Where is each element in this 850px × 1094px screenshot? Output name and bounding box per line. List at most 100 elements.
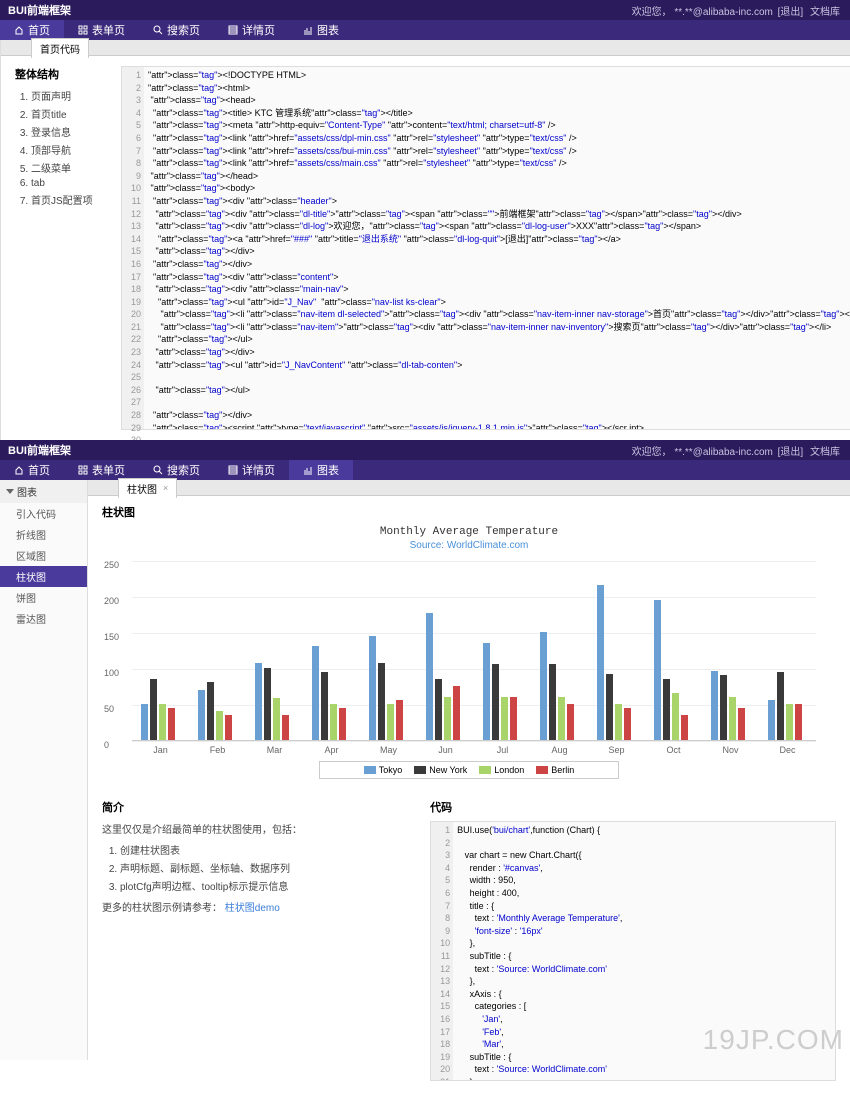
intro-item: 声明标题、副标题、坐标轴、数据序列 bbox=[120, 860, 414, 875]
legend-swatch bbox=[414, 766, 426, 774]
bar-Berlin[interactable] bbox=[282, 715, 289, 740]
tabs-bar: 首页代码 bbox=[1, 40, 850, 56]
bar-New York[interactable] bbox=[549, 664, 556, 740]
sidebar-item[interactable]: 折线图 bbox=[0, 524, 87, 545]
bar-Berlin[interactable] bbox=[225, 715, 232, 740]
bar-London[interactable] bbox=[558, 697, 565, 740]
bar-London[interactable] bbox=[330, 704, 337, 740]
bar-New York[interactable] bbox=[264, 668, 271, 740]
bar-Berlin[interactable] bbox=[453, 686, 460, 740]
page-title: 柱状图 bbox=[102, 504, 836, 520]
bar-Berlin[interactable] bbox=[795, 704, 802, 740]
bar-Berlin[interactable] bbox=[567, 704, 574, 740]
x-label: Jun bbox=[417, 745, 474, 755]
y-tick: 0 bbox=[104, 740, 109, 750]
doc-outline-item[interactable]: 页面声明 bbox=[31, 88, 105, 103]
bar-London[interactable] bbox=[444, 697, 451, 740]
chart-subtitle: Source: WorldClimate.com bbox=[102, 540, 836, 551]
bar-New York[interactable] bbox=[321, 672, 328, 740]
doc-outline-item[interactable]: 首页title bbox=[31, 106, 105, 121]
doc-outline-item[interactable]: 登录信息 bbox=[31, 124, 105, 139]
bar-New York[interactable] bbox=[606, 674, 613, 740]
sidebar-group[interactable]: 图表 bbox=[0, 480, 87, 503]
sidebar-item[interactable]: 饼图 bbox=[0, 587, 87, 608]
docs-link[interactable]: 文档库 bbox=[810, 447, 840, 458]
bar-New York[interactable] bbox=[777, 672, 784, 740]
y-tick: 200 bbox=[104, 596, 119, 606]
bar-London[interactable] bbox=[501, 697, 508, 740]
bar-London[interactable] bbox=[216, 711, 223, 740]
nav-tab-detail[interactable]: 详情页 bbox=[214, 20, 289, 40]
legend-item[interactable]: Berlin bbox=[536, 765, 574, 775]
logout-link[interactable]: [退出] bbox=[778, 447, 804, 458]
y-tick: 150 bbox=[104, 632, 119, 642]
close-icon[interactable]: × bbox=[163, 483, 168, 493]
bar-Berlin[interactable] bbox=[339, 708, 346, 740]
bar-London[interactable] bbox=[672, 693, 679, 740]
bar-Tokyo[interactable] bbox=[483, 643, 490, 740]
bar-Berlin[interactable] bbox=[738, 708, 745, 740]
doc-outline-item[interactable]: 顶部导航 bbox=[31, 142, 105, 157]
doc-outline-item[interactable]: 首页JS配置项 bbox=[31, 192, 105, 207]
legend-swatch bbox=[479, 766, 491, 774]
bar-Tokyo[interactable] bbox=[369, 636, 376, 740]
bar-Tokyo[interactable] bbox=[198, 690, 205, 740]
bar-New York[interactable] bbox=[150, 679, 157, 740]
demo-link[interactable]: 柱状图demo bbox=[225, 903, 280, 914]
nav-tab-chart[interactable]: 图表 bbox=[289, 20, 353, 40]
bar-Tokyo[interactable] bbox=[597, 585, 604, 740]
bar-London[interactable] bbox=[159, 704, 166, 740]
sidebar-item[interactable]: 区域图 bbox=[0, 545, 87, 566]
grid-icon bbox=[78, 465, 88, 475]
tab-home-code[interactable]: 首页代码 bbox=[31, 38, 89, 58]
grid-icon bbox=[78, 25, 88, 35]
chart-icon bbox=[303, 25, 313, 35]
intro-section: 简介 这里仅仅是介绍最简单的柱状图使用，包括： 创建柱状图表声明标题、副标题、坐… bbox=[102, 799, 414, 1081]
bar-Tokyo[interactable] bbox=[255, 663, 262, 740]
logout-link[interactable]: [退出] bbox=[778, 7, 804, 18]
bar-New York[interactable] bbox=[378, 663, 385, 740]
docs-link[interactable]: 文档库 bbox=[810, 7, 840, 18]
tab-bar-chart[interactable]: 柱状图 × bbox=[118, 478, 177, 498]
bar-New York[interactable] bbox=[720, 675, 727, 740]
bar-Berlin[interactable] bbox=[624, 708, 631, 740]
bar-London[interactable] bbox=[387, 704, 394, 740]
sidebar-item[interactable]: 雷达图 bbox=[0, 608, 87, 629]
bar-London[interactable] bbox=[273, 698, 280, 740]
bar-Berlin[interactable] bbox=[168, 708, 175, 740]
chart-legend: Tokyo New York London Berlin bbox=[319, 761, 619, 779]
nav-tab-detail[interactable]: 详情页 bbox=[214, 460, 289, 480]
bar-New York[interactable] bbox=[207, 682, 214, 740]
nav-tab-home[interactable]: 首页 bbox=[0, 460, 64, 480]
bar-Tokyo[interactable] bbox=[540, 632, 547, 740]
legend-item[interactable]: London bbox=[479, 765, 524, 775]
bar-Tokyo[interactable] bbox=[426, 613, 433, 740]
bar-Tokyo[interactable] bbox=[141, 704, 148, 740]
bar-Tokyo[interactable] bbox=[312, 646, 319, 740]
sidebar-item[interactable]: 引入代码 bbox=[0, 503, 87, 524]
bar-Tokyo[interactable] bbox=[711, 671, 718, 740]
bar-Tokyo[interactable] bbox=[768, 700, 775, 740]
bar-Berlin[interactable] bbox=[681, 715, 688, 740]
bar-Berlin[interactable] bbox=[510, 697, 517, 740]
sidebar-item[interactable]: 柱状图 bbox=[0, 566, 87, 587]
legend-item[interactable]: Tokyo bbox=[364, 765, 403, 775]
legend-item[interactable]: New York bbox=[414, 765, 467, 775]
bar-London[interactable] bbox=[729, 697, 736, 740]
bar-London[interactable] bbox=[786, 704, 793, 740]
bar-New York[interactable] bbox=[492, 664, 499, 740]
bar-New York[interactable] bbox=[663, 679, 670, 740]
bar-Berlin[interactable] bbox=[396, 700, 403, 740]
nav-tab-chart[interactable]: 图表 bbox=[289, 460, 353, 480]
nav-tab-search[interactable]: 搜索页 bbox=[139, 20, 214, 40]
x-label: Sep bbox=[588, 745, 645, 755]
bar-London[interactable] bbox=[615, 704, 622, 740]
bar-New York[interactable] bbox=[435, 679, 442, 740]
header-user-area: 欢迎您， **.**@alibaba-inc.com [退出] 文档库 bbox=[632, 3, 842, 18]
doc-outline-item[interactable]: 二级菜单 bbox=[31, 160, 105, 175]
doc-outline-item[interactable]: tab bbox=[31, 178, 105, 189]
bar-Tokyo[interactable] bbox=[654, 600, 661, 740]
x-label: Mar bbox=[246, 745, 303, 755]
code-block: 1234567891011121314151617181920212223242… bbox=[121, 66, 850, 430]
search-icon bbox=[153, 465, 163, 475]
